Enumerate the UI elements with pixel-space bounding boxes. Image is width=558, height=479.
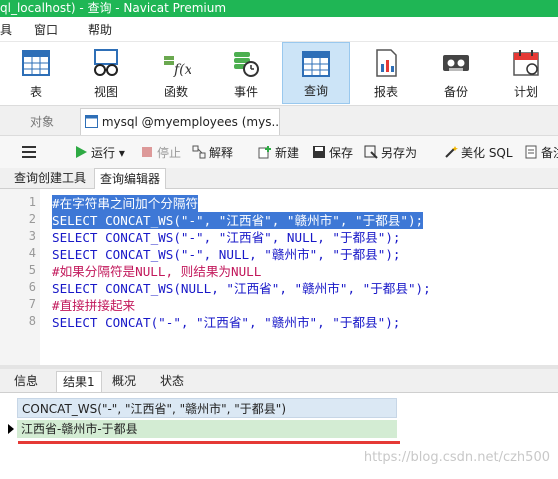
- ribbon-report-button[interactable]: 报表: [354, 42, 418, 104]
- beautify-sql-label: 美化 SQL: [461, 146, 513, 160]
- stop-icon: [142, 147, 152, 157]
- tab-status[interactable]: 状态: [154, 371, 190, 391]
- tab-info[interactable]: 信息: [8, 371, 44, 391]
- ribbon-query-button[interactable]: 查询: [282, 42, 350, 104]
- new-button[interactable]: 新建: [258, 144, 299, 161]
- watermark: https://blog.csdn.net/czh500: [363, 450, 550, 465]
- red-underline-annotation: [18, 441, 400, 444]
- line-number-gutter: 1 2 3 4 5 6 7 8: [0, 189, 40, 365]
- code-line: SELECT CONCAT_WS("-", NULL, "赣州市", "于都县"…: [52, 247, 401, 262]
- code-line: SELECT CONCAT_WS("-", "江西省", "赣州市", "于都县…: [52, 212, 424, 229]
- line-number: 4: [28, 246, 36, 260]
- ribbon-query-label: 查询: [303, 84, 328, 98]
- ribbon-backup-label: 备份: [443, 85, 468, 99]
- tab-query-editor[interactable]: 查询编辑器: [94, 168, 167, 189]
- code-line: SELECT CONCAT_WS(NULL, "江西省", "赣州市", "于都…: [52, 281, 431, 296]
- event-icon: [234, 52, 259, 77]
- code-line: SELECT CONCAT_WS("-", "江西省", NULL, "于都县"…: [52, 230, 401, 245]
- ribbon-backup-button[interactable]: 备份: [424, 42, 488, 104]
- ribbon-schedule-button[interactable]: 计划: [494, 42, 558, 104]
- current-row-marker-icon: [8, 424, 14, 434]
- view-icon: [94, 49, 118, 76]
- line-number: 3: [28, 229, 36, 243]
- column-header[interactable]: CONCAT_WS("-", "江西省", "赣州市", "于都县"): [17, 398, 397, 418]
- run-label: 运行: [91, 146, 116, 160]
- ribbon: 表 视图 f(x) 函数 事件 查询 报表 备份 计划: [0, 42, 558, 106]
- code-line: SELECT CONCAT("-", "江西省", "赣州市", "于都县");: [52, 315, 401, 330]
- stop-button[interactable]: 停止: [140, 144, 181, 161]
- save-as-icon: [364, 145, 378, 159]
- calendar-icon: [513, 50, 539, 76]
- line-number: 5: [28, 263, 36, 277]
- play-icon: [76, 146, 87, 158]
- new-label: 新建: [275, 146, 300, 160]
- result-tabs: 信息 结果1 概况 状态: [0, 369, 558, 393]
- ribbon-view-label: 视图: [93, 85, 118, 99]
- tab-query[interactable]: mysql @myemployees (mys...: [80, 108, 280, 135]
- query-icon: [302, 51, 330, 77]
- svg-text:f(x): f(x): [173, 62, 191, 78]
- query-tab-icon: [85, 115, 98, 128]
- save-as-label: 另存为: [381, 146, 418, 160]
- explain-icon: [192, 145, 206, 159]
- line-number: 1: [28, 195, 36, 209]
- save-button[interactable]: 保存: [312, 144, 353, 161]
- line-number: 6: [28, 280, 36, 294]
- editor-mode-tabs: 查询创建工具 查询编辑器: [0, 168, 558, 189]
- save-label: 保存: [329, 146, 354, 160]
- code-line-comment: #在字符串之间加个分隔符: [52, 195, 199, 212]
- ribbon-function-button[interactable]: f(x) 函数: [144, 42, 208, 104]
- explain-button[interactable]: 解释: [192, 144, 233, 161]
- ribbon-event-button[interactable]: 事件: [214, 42, 278, 104]
- line-number: 8: [28, 314, 36, 328]
- tab-query-builder[interactable]: 查询创建工具: [9, 168, 91, 188]
- tab-overview[interactable]: 概况: [106, 371, 142, 391]
- note-icon: [525, 145, 537, 159]
- menu-icon[interactable]: [22, 146, 36, 158]
- document-tab-strip: 对象 mysql @myemployees (mys...: [0, 106, 558, 136]
- menu-item-window[interactable]: 窗口: [34, 21, 58, 38]
- backup-icon: [443, 55, 469, 71]
- stop-label: 停止: [157, 146, 182, 160]
- tab-result1[interactable]: 结果1: [56, 371, 102, 392]
- explain-label: 解释: [209, 146, 234, 160]
- function-icon: f(x): [164, 56, 191, 78]
- save-as-button[interactable]: 另存为: [364, 144, 417, 161]
- menu-item-help[interactable]: 帮助: [88, 21, 112, 38]
- ribbon-function-label: 函数: [163, 85, 188, 99]
- run-button[interactable]: 运行 ▾: [74, 144, 125, 161]
- ribbon-report-label: 报表: [373, 85, 398, 99]
- ribbon-table-label: 表: [29, 85, 42, 99]
- note-button[interactable]: 备注: [524, 144, 558, 161]
- table-icon: [22, 50, 50, 76]
- ribbon-view-button[interactable]: 视图: [74, 42, 138, 104]
- window-title: ql_localhost) - 查询 - Navicat Premium: [0, 0, 558, 17]
- magic-wand-icon: [445, 146, 458, 158]
- result-cell[interactable]: 江西省-赣州市-于都县: [17, 420, 397, 438]
- save-icon: [313, 146, 325, 158]
- ribbon-schedule-label: 计划: [513, 85, 538, 99]
- ribbon-table-button[interactable]: 表: [4, 42, 68, 104]
- code-line-comment: #直接拼接起来: [52, 298, 136, 313]
- menu-item-tools[interactable]: 具: [0, 21, 12, 38]
- report-icon: [376, 49, 397, 77]
- new-icon: [258, 146, 271, 159]
- tab-objects[interactable]: 对象: [8, 110, 76, 134]
- menu-bar: 具 窗口 帮助: [0, 17, 558, 42]
- tab-query-label: mysql @myemployees (mys...: [101, 115, 280, 129]
- sql-editor[interactable]: 1 2 3 4 5 6 7 8 #在字符串之间加个分隔符 SELECT CONC…: [0, 189, 558, 365]
- result-grid: CONCAT_WS("-", "江西省", "赣州市", "于都县") 江西省-…: [0, 393, 558, 479]
- ribbon-event-label: 事件: [233, 85, 258, 99]
- line-number: 7: [28, 297, 36, 311]
- code-line-comment: #如果分隔符是NULL, 则结果为NULL: [52, 264, 262, 279]
- note-label: 备注: [541, 146, 558, 160]
- query-toolbar: 运行 ▾ 停止 解释 新建 保存 另存为 美化 SQL 备注: [0, 136, 558, 169]
- line-number: 2: [28, 212, 36, 226]
- beautify-sql-button[interactable]: 美化 SQL: [444, 144, 513, 161]
